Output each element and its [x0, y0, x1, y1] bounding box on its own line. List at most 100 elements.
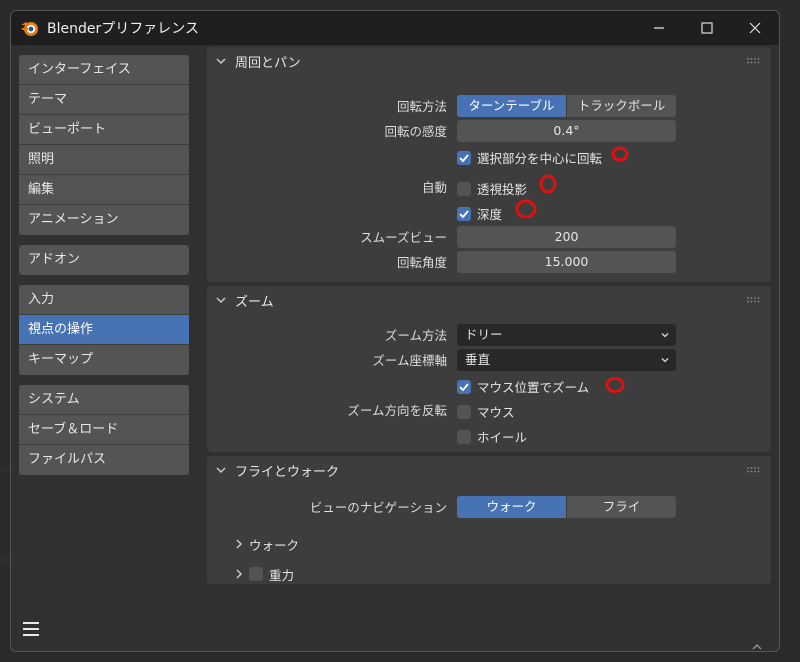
orbit-selection-checkbox[interactable]: 選択部分を中心に回転 [457, 148, 602, 167]
row-auto-perspective: 自動 透視投影 [207, 174, 771, 201]
orbit-selection-label: 選択部分を中心に回転 [477, 151, 603, 166]
zoom-to-mouse-label: マウス位置でズーム [477, 380, 590, 395]
chevron-down-icon [661, 358, 669, 363]
checkbox-unchecked[interactable] [457, 429, 471, 444]
panel-header-zoom[interactable]: ズーム [207, 286, 771, 314]
zoom-method-dropdown[interactable]: ドリー [457, 324, 676, 346]
row-invert-zoom-wheel: ホイール [207, 424, 771, 449]
blender-logo-icon [21, 22, 38, 36]
row-smooth-view: スムーズビュー 200 [207, 226, 771, 251]
subpanel-gravity[interactable]: 重力 [207, 559, 771, 589]
row-orbit-method: 回転方法 ターンテーブル トラックボール [207, 95, 771, 120]
chevron-down-icon [216, 467, 226, 473]
sidebar-item-input[interactable]: 入力 [19, 285, 189, 315]
checkbox-checked[interactable] [457, 379, 471, 394]
checkmark-icon [459, 382, 469, 391]
auto-perspective-checkbox[interactable]: 透視投影 [457, 179, 527, 198]
nav-group-input: 入力 視点の操作 キーマップ [19, 285, 189, 375]
chevron-down-icon [216, 58, 226, 64]
checkbox-checked[interactable] [457, 206, 471, 221]
zoom-axis-dropdown[interactable]: 垂直 [457, 349, 676, 371]
red-annotation-mark [605, 377, 625, 393]
red-annotation-mark [539, 174, 557, 194]
hamburger-menu-icon[interactable] [21, 619, 41, 639]
sidebar-item-keymap[interactable]: キーマップ [19, 345, 189, 375]
sidebar-item-lights[interactable]: 照明 [19, 145, 189, 175]
orbit-sensitivity-label: 回転の感度 [384, 124, 447, 139]
orbit-method-label: 回転方法 [396, 99, 447, 114]
checkbox-unchecked[interactable] [457, 181, 471, 196]
minimize-button[interactable] [635, 11, 683, 45]
drag-grip-icon[interactable] [747, 297, 761, 303]
nav-group-interface: インターフェイス テーマ ビューポート 照明 編集 アニメーション [19, 55, 189, 235]
sidebar-item-animation[interactable]: アニメーション [19, 205, 189, 235]
panel-orbit-pan: 周回とパン 回転方法 ターンテーブル トラックボール 回転の感度 0.4° 選択… [207, 47, 771, 282]
view-navigation-toggle: ウォーク フライ [457, 496, 676, 518]
preferences-sidebar: インターフェイス テーマ ビューポート 照明 編集 アニメーション アドオン 入… [19, 55, 189, 485]
invert-zoom-wheel-checkbox[interactable]: ホイール [457, 427, 527, 446]
smooth-view-label: スムーズビュー [360, 230, 447, 245]
walk-subpanel-label: ウォーク [249, 537, 300, 553]
view-navigation-label: ビューのナビゲーション [309, 500, 447, 515]
auto-depth-label: 深度 [477, 207, 503, 222]
nav-group-addons: アドオン [19, 245, 189, 275]
sidebar-item-file-paths[interactable]: ファイルパス [19, 445, 189, 475]
invert-zoom-mouse-checkbox[interactable]: マウス [457, 402, 515, 421]
checkmark-icon [459, 153, 469, 162]
zoom-method-value: ドリー [465, 327, 503, 342]
view-navigation-fly-button[interactable]: フライ [567, 496, 676, 518]
sidebar-item-editing[interactable]: 編集 [19, 175, 189, 205]
red-annotation-mark [611, 146, 629, 162]
orbit-sensitivity-field[interactable]: 0.4° [457, 120, 676, 142]
checkbox-checked[interactable] [457, 150, 471, 165]
sidebar-item-themes[interactable]: テーマ [19, 85, 189, 115]
checkbox-unchecked[interactable] [457, 404, 471, 419]
invert-zoom-wheel-label: ホイール [477, 430, 528, 445]
subpanel-walk[interactable]: ウォーク [207, 529, 771, 559]
row-view-navigation: ビューのナビゲーション ウォーク フライ [207, 496, 771, 521]
smooth-view-field[interactable]: 200 [457, 226, 676, 248]
orbit-method-turntable-button[interactable]: ターンテーブル [457, 95, 567, 117]
chevron-down-icon [216, 297, 226, 303]
sidebar-item-addons[interactable]: アドオン [19, 245, 189, 275]
sidebar-item-interface[interactable]: インターフェイス [19, 55, 189, 85]
window-title: Blenderプリファレンス [47, 21, 199, 37]
row-rotation-angle: 回転角度 15.000 [207, 251, 771, 276]
zoom-axis-value: 垂直 [465, 352, 491, 367]
invert-zoom-mouse-label: マウス [477, 405, 515, 420]
drag-grip-icon[interactable] [747, 58, 761, 64]
gravity-checkbox[interactable] [249, 567, 263, 581]
preferences-content: 周回とパン 回転方法 ターンテーブル トラックボール 回転の感度 0.4° 選択… [207, 47, 771, 588]
gravity-label: 重力 [269, 567, 295, 583]
panel-title: ズーム [235, 294, 274, 310]
close-button[interactable] [731, 11, 779, 45]
rotation-angle-field[interactable]: 15.000 [457, 251, 676, 273]
drag-grip-icon[interactable] [747, 467, 761, 473]
sidebar-item-navigation[interactable]: 視点の操作 [19, 315, 189, 345]
auto-depth-checkbox[interactable]: 深度 [457, 204, 502, 223]
zoom-to-mouse-checkbox[interactable]: マウス位置でズーム [457, 377, 589, 396]
panel-zoom: ズーム ズーム方法 ドリー ズーム座標軸 垂直 マウス位置でズーム ズーム方向を… [207, 286, 771, 452]
panel-header-fly-walk[interactable]: フライとウォーク [207, 456, 771, 484]
preferences-window: Blenderプリファレンス インターフェイス テーマ ビューポート 照明 編集… [10, 10, 780, 652]
chevron-down-icon [661, 333, 669, 338]
chevron-right-icon [236, 539, 242, 549]
maximize-button[interactable] [683, 11, 731, 45]
orbit-method-toggle: ターンテーブル トラックボール [457, 95, 676, 117]
row-orbit-selection: 選択部分を中心に回転 [207, 145, 771, 170]
sidebar-item-system[interactable]: システム [19, 385, 189, 415]
row-orbit-sensitivity: 回転の感度 0.4° [207, 120, 771, 145]
row-auto-depth: 深度 [207, 199, 771, 226]
title-bar[interactable]: Blenderプリファレンス [11, 11, 779, 45]
checkmark-icon [459, 209, 469, 218]
panel-title: フライとウォーク [235, 464, 340, 480]
panel-header-orbit-pan[interactable]: 周回とパン [207, 47, 771, 75]
orbit-method-trackball-button[interactable]: トラックボール [567, 95, 676, 117]
sidebar-item-viewport[interactable]: ビューポート [19, 115, 189, 145]
row-zoom-method: ズーム方法 ドリー [207, 324, 771, 349]
maximize-icon [701, 22, 713, 34]
sidebar-item-save-load[interactable]: セーブ＆ロード [19, 415, 189, 445]
chevron-up-icon[interactable] [751, 643, 763, 651]
view-navigation-walk-button[interactable]: ウォーク [457, 496, 567, 518]
row-zoom-axis: ズーム座標軸 垂直 [207, 349, 771, 374]
